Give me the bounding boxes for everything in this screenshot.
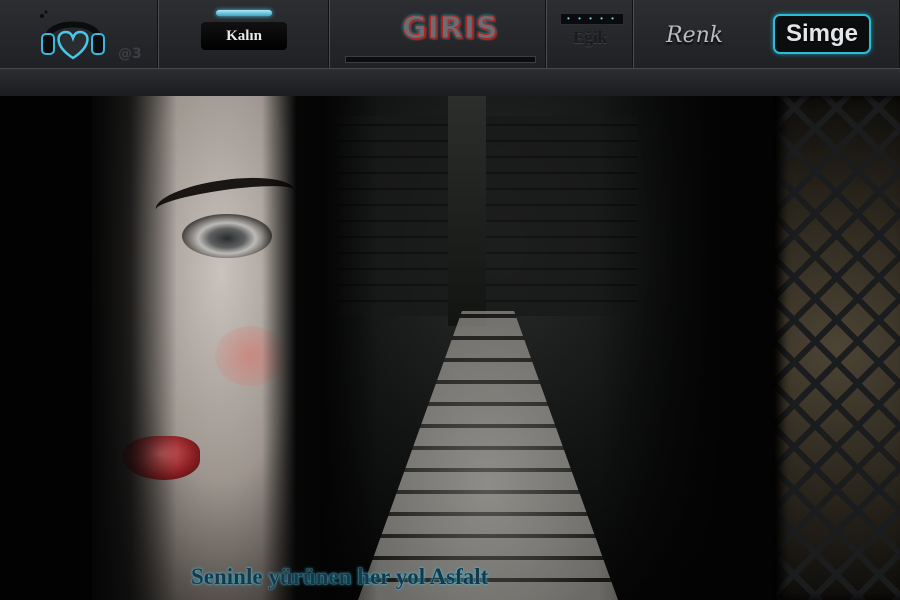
dots-indicator: • • • • • — [560, 13, 624, 25]
counter-text: @3 — [118, 46, 142, 62]
giris-label: GIRIS — [402, 11, 499, 47]
secondary-bar — [0, 68, 900, 96]
alley-scene — [318, 96, 778, 600]
color-button[interactable]: Renk — [666, 18, 746, 54]
giris-segment: GIRIS — [330, 0, 547, 68]
heart-headphones-icon — [40, 10, 105, 60]
caption-text: Seninle yürünen her yol Asfalt — [191, 564, 489, 589]
egik-segment: • • • • • Eğik — [547, 0, 634, 68]
woman-portrait — [0, 96, 320, 600]
kalin-segment: Kalın — [159, 0, 330, 68]
brick-wall — [338, 116, 638, 316]
face-shadow — [92, 96, 177, 600]
kalin-indicator-bar — [216, 10, 272, 16]
top-toolbar: @3 Kalın GIRIS • • • • • Eğik Renk Simge — [0, 0, 900, 68]
bold-button[interactable]: Kalın — [201, 22, 287, 50]
alley-fade-right — [598, 96, 778, 600]
logo-segment: @3 — [0, 0, 159, 68]
alley-fade-left — [318, 96, 378, 600]
alley-door — [448, 96, 486, 326]
icon-button[interactable]: Simge — [773, 14, 871, 54]
road-highlight — [358, 311, 618, 600]
hair — [262, 96, 320, 600]
banner-image: Seninle yürünen her yol Asfalt — [0, 96, 900, 600]
lattice-panel — [773, 96, 900, 600]
italic-button[interactable]: Eğik — [547, 28, 633, 48]
eye — [182, 214, 272, 258]
progress-track — [345, 56, 536, 63]
giris-button[interactable]: GIRIS — [402, 6, 499, 52]
right-segment: Renk Simge — [634, 0, 900, 68]
